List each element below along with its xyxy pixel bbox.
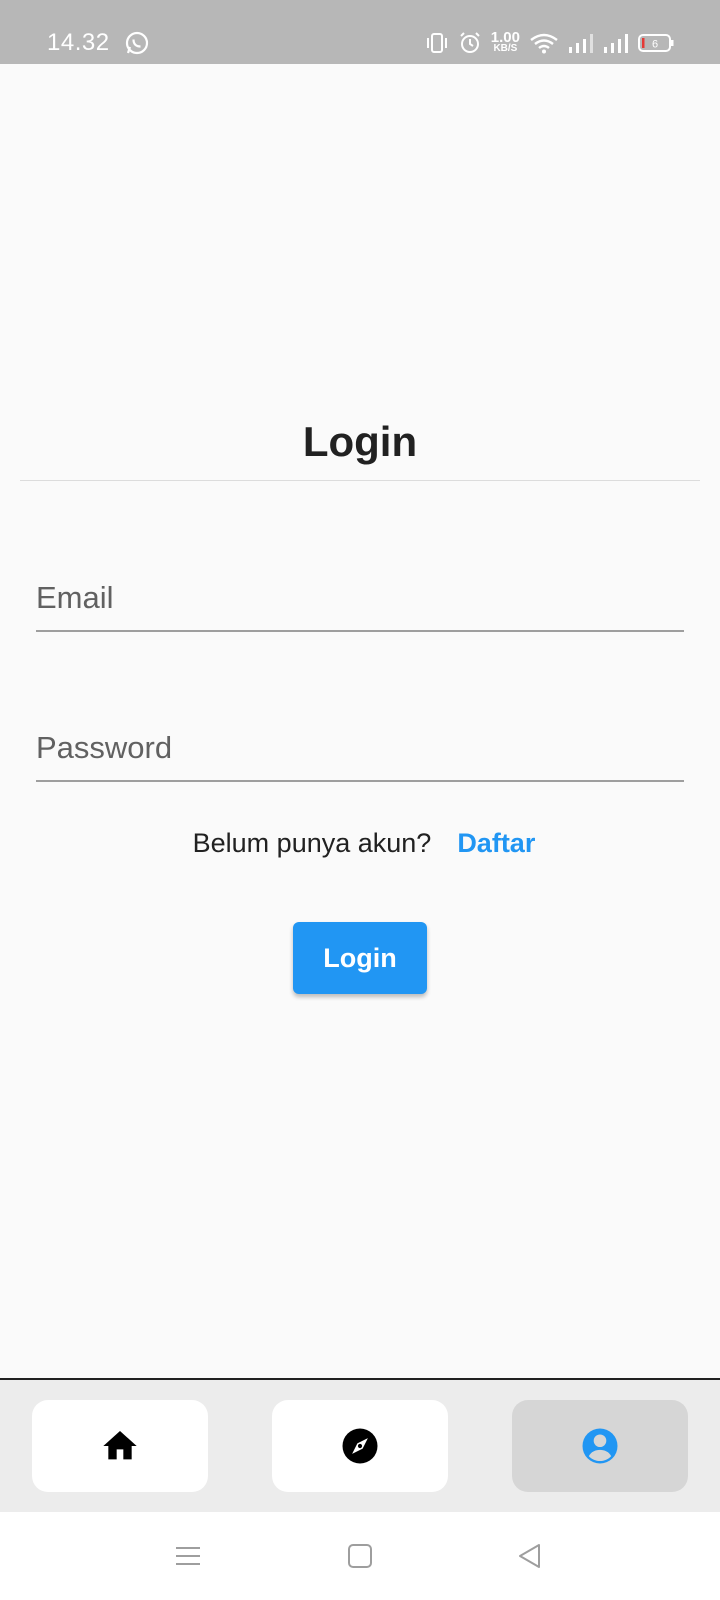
title-divider	[20, 480, 700, 481]
nav-item-profile[interactable]	[512, 1400, 688, 1492]
system-home-button[interactable]	[344, 1540, 376, 1572]
nav-item-home[interactable]	[32, 1400, 208, 1492]
system-menu-button[interactable]	[172, 1540, 204, 1572]
register-prompt: Belum punya akun?	[192, 828, 432, 858]
signal-icon	[604, 34, 628, 53]
bottom-nav	[0, 1378, 720, 1512]
register-row: Belum punya akun? Daftar	[0, 828, 720, 859]
signal-icon	[569, 34, 593, 53]
alarm-icon	[460, 32, 480, 53]
email-input[interactable]	[36, 560, 684, 630]
wifi-icon	[530, 33, 558, 54]
net-speed: 1.00 KB/S	[491, 30, 520, 54]
login-button[interactable]: Login	[293, 922, 427, 994]
home-square-icon	[348, 1544, 372, 1568]
back-icon	[519, 1544, 540, 1568]
menu-icon	[176, 1547, 200, 1565]
account-circle-icon	[582, 1428, 618, 1464]
password-field[interactable]	[36, 710, 684, 782]
whatsapp-icon	[125, 31, 149, 55]
status-time: 14.32	[47, 29, 110, 56]
password-input[interactable]	[36, 710, 684, 780]
system-back-button[interactable]	[514, 1540, 546, 1572]
status-icons: 1.00 KB/S 6	[416, 30, 674, 55]
status-bar: 14.32 1.00 KB/S 6	[0, 0, 720, 64]
register-link[interactable]: Daftar	[457, 828, 535, 859]
vibrate-icon	[426, 33, 447, 53]
battery-level: 6	[652, 39, 658, 51]
compass-icon	[342, 1428, 378, 1464]
net-speed-unit: KB/S	[493, 43, 518, 54]
page-title: Login	[302, 418, 418, 465]
home-icon	[103, 1431, 137, 1460]
nav-item-explore[interactable]	[272, 1400, 448, 1492]
system-nav-bar	[0, 1512, 720, 1600]
battery-icon: 6	[638, 34, 674, 52]
email-field[interactable]	[36, 560, 684, 632]
